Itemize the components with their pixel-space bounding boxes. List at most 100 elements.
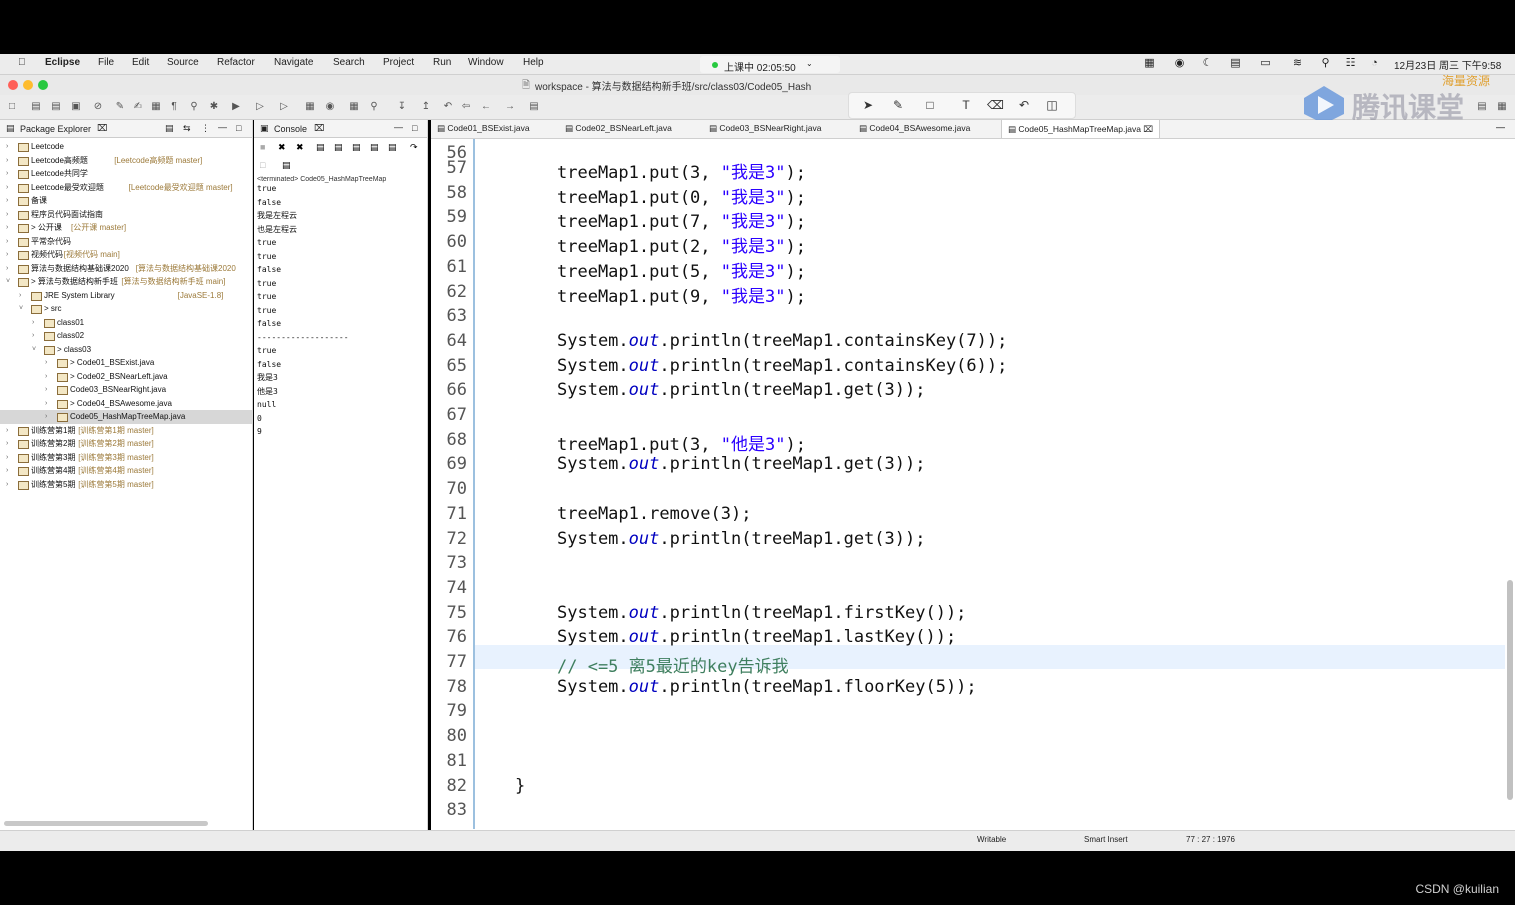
show-stdout-icon[interactable]: ▤ bbox=[370, 142, 379, 153]
tree-item[interactable]: ˅ > 算法与数据结构新手班 [算法与数据结构新手班 main] bbox=[0, 275, 252, 289]
tab-code01[interactable]: ▤ Code01_BSExist.java bbox=[437, 123, 530, 134]
expand-arrow-icon[interactable]: › bbox=[45, 410, 47, 424]
tree-item[interactable]: › Leetcode共同学 bbox=[0, 167, 252, 181]
expand-arrow-icon[interactable]: › bbox=[45, 397, 47, 411]
save-icon[interactable]: ▤ bbox=[30, 101, 42, 113]
apple-icon[interactable]:  bbox=[18, 57, 26, 68]
tree-item[interactable]: ˅ > class03 bbox=[0, 343, 252, 357]
tab-code05[interactable]: ▤ Code05_HashMapTreeMap.java ⌧ bbox=[1001, 120, 1161, 138]
back-history-icon[interactable]: ← bbox=[480, 101, 492, 113]
external-tools-icon[interactable]: ▷ bbox=[278, 101, 290, 113]
show-stderr-icon[interactable]: ▤ bbox=[388, 142, 397, 153]
minimize-view-icon[interactable]: — bbox=[394, 122, 403, 132]
tree-item[interactable]: › class02 bbox=[0, 329, 252, 343]
expand-arrow-icon[interactable]: › bbox=[6, 140, 8, 154]
tree-item[interactable]: › Leetcode最受欢迎题 [Leetcode最受欢迎题 master] bbox=[0, 181, 252, 195]
open-console-icon[interactable]: ▤ bbox=[282, 160, 291, 171]
code-line[interactable]: System.out.println(treeMap1.floorKey(5))… bbox=[557, 677, 977, 697]
spotlight-search-icon[interactable]: ⚲ bbox=[1319, 57, 1332, 70]
text-icon[interactable]: T bbox=[959, 98, 973, 112]
view-menu-icon[interactable]: ⋮ bbox=[201, 123, 210, 134]
code-line[interactable]: treeMap1.put(3, "我是3"); bbox=[557, 158, 806, 183]
scroll-lock-icon[interactable]: ▤ bbox=[334, 142, 343, 153]
new-icon[interactable]: □ bbox=[6, 101, 18, 113]
horizontal-scrollbar[interactable] bbox=[4, 821, 208, 826]
code-line[interactable]: treeMap1.put(2, "我是3"); bbox=[557, 232, 806, 257]
tab-code02[interactable]: ▤ Code02_BSNearLeft.java bbox=[565, 123, 672, 134]
code-line[interactable]: System.out.println(treeMap1.containsKey(… bbox=[557, 356, 1007, 376]
expand-arrow-icon[interactable]: › bbox=[32, 316, 34, 330]
code-line[interactable]: // <=5 离5最近的key告诉我 bbox=[557, 652, 789, 677]
tree-item[interactable]: › 备课 bbox=[0, 194, 252, 208]
recording-indicator[interactable]: 上课中 02:05:50 ⌄ bbox=[700, 56, 840, 74]
menu-app-name[interactable]: Eclipse bbox=[45, 57, 80, 68]
menu-navigate[interactable]: Navigate bbox=[274, 57, 313, 68]
menu-refactor[interactable]: Refactor bbox=[217, 57, 255, 68]
code-line[interactable]: System.out.println(treeMap1.get(3)); bbox=[557, 380, 925, 400]
highlight-icon[interactable]: ✍ bbox=[132, 101, 144, 113]
expand-arrow-icon[interactable]: › bbox=[45, 383, 47, 397]
code-line[interactable]: System.out.println(treeMap1.firstKey()); bbox=[557, 603, 966, 623]
battery-icon[interactable]: ▭ bbox=[1259, 57, 1272, 70]
run-icon[interactable]: ▶ bbox=[230, 101, 242, 113]
expand-arrow-icon[interactable]: › bbox=[6, 221, 8, 235]
tree-item[interactable]: › 训练营第1期 [训练营第1期 master] bbox=[0, 424, 252, 438]
expand-arrow-icon[interactable]: › bbox=[6, 478, 8, 492]
tree-item[interactable]: › 训练营第3期 [训练营第3期 master] bbox=[0, 451, 252, 465]
tree-item[interactable]: › > Code01_BSExist.java bbox=[0, 356, 252, 370]
moon-icon[interactable]: ☾ bbox=[1201, 57, 1214, 70]
code-line[interactable]: treeMap1.put(9, "我是3"); bbox=[557, 282, 806, 307]
record-icon[interactable]: ◉ bbox=[1173, 57, 1186, 70]
display-selected-console-icon[interactable]: □ bbox=[260, 160, 265, 170]
expand-arrow-icon[interactable]: ˅ bbox=[6, 275, 10, 289]
menu-search[interactable]: Search bbox=[333, 57, 365, 68]
tab-code04[interactable]: ▤ Code04_BSAwesome.java bbox=[859, 123, 970, 134]
close-icon[interactable]: ⌧ bbox=[314, 123, 324, 134]
tree-item[interactable]: › > 公开课 [公开课 master] bbox=[0, 221, 252, 235]
tree-item[interactable]: ˅ > src bbox=[0, 302, 252, 316]
code-line[interactable]: treeMap1.put(0, "我是3"); bbox=[557, 183, 806, 208]
pin-icon[interactable]: ⚲ bbox=[188, 101, 200, 113]
pen-icon[interactable]: ✎ bbox=[891, 98, 905, 112]
link-editor-icon[interactable]: ⇆ bbox=[183, 123, 191, 134]
expand-arrow-icon[interactable]: › bbox=[6, 208, 8, 222]
new-java-project-icon[interactable]: ▦ bbox=[304, 101, 316, 113]
expand-arrow-icon[interactable]: › bbox=[45, 370, 47, 384]
search-icon[interactable]: ⚲ bbox=[368, 101, 380, 113]
tree-item[interactable]: › 视频代码 [视频代码 main] bbox=[0, 248, 252, 262]
control-center-icon[interactable]: ☷ bbox=[1344, 57, 1357, 70]
debug-icon[interactable]: ✱ bbox=[208, 101, 220, 113]
remove-launch-icon[interactable]: ✖ bbox=[278, 142, 286, 153]
close-icon[interactable]: ⌧ bbox=[1143, 124, 1153, 134]
tab-package-explorer[interactable]: ▤ Package Explorer ⌧ ▤ ⇆ ⋮ — □ bbox=[0, 120, 252, 138]
menu-run[interactable]: Run bbox=[433, 57, 451, 68]
code-line[interactable]: treeMap1.put(5, "我是3"); bbox=[557, 257, 806, 282]
expand-arrow-icon[interactable]: › bbox=[6, 437, 8, 451]
clear-console-icon[interactable]: ▤ bbox=[316, 142, 325, 153]
minimize-view-icon[interactable]: — bbox=[1496, 122, 1505, 132]
pin-console-icon[interactable]: ↷ bbox=[410, 142, 418, 153]
rectangle-icon[interactable]: □ bbox=[923, 98, 937, 112]
maximize-view-icon[interactable]: □ bbox=[236, 123, 241, 133]
tree-item[interactable]: › Leetcode高频题 [Leetcode高频题 master] bbox=[0, 154, 252, 168]
expand-arrow-icon[interactable]: › bbox=[45, 356, 47, 370]
grid-icon[interactable]: ▦ bbox=[1143, 57, 1156, 70]
vertical-scrollbar[interactable] bbox=[1507, 580, 1513, 800]
code-line[interactable]: treeMap1.put(3, "他是3"); bbox=[557, 430, 806, 455]
code-line[interactable]: } bbox=[515, 776, 525, 796]
forward-icon[interactable]: → bbox=[504, 101, 516, 113]
back-icon[interactable]: ⇦ bbox=[460, 101, 472, 113]
code-line[interactable]: System.out.println(treeMap1.containsKey(… bbox=[557, 331, 1007, 351]
undo-icon[interactable]: ↶ bbox=[1017, 98, 1031, 112]
code-line[interactable]: System.out.println(treeMap1.lastKey()); bbox=[557, 627, 956, 647]
expand-arrow-icon[interactable]: › bbox=[6, 235, 8, 249]
expand-arrow-icon[interactable]: › bbox=[6, 262, 8, 276]
last-edit-icon[interactable]: ↶ bbox=[442, 101, 454, 113]
expand-arrow-icon[interactable]: ˅ bbox=[19, 302, 23, 316]
tree-item[interactable]: › 训练营第2期 [训练营第2期 master] bbox=[0, 437, 252, 451]
terminate-icon[interactable]: ■ bbox=[260, 142, 265, 152]
tree-item[interactable]: › 平常杂代码 bbox=[0, 235, 252, 249]
menu-project[interactable]: Project bbox=[383, 57, 414, 68]
show-whitespace-icon[interactable]: ¶ bbox=[168, 101, 180, 113]
tree-item[interactable]: › 训练营第4期 [训练营第4期 master] bbox=[0, 464, 252, 478]
